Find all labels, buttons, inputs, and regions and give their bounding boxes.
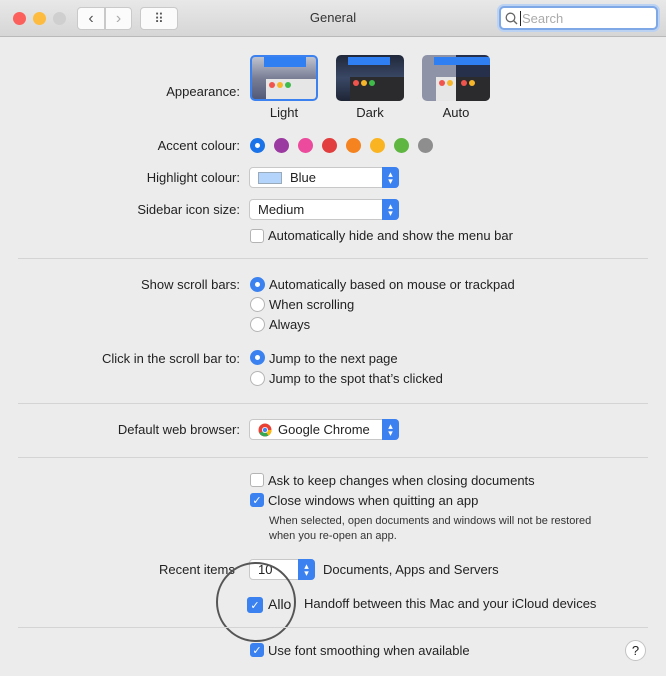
default-browser-value: Google Chrome bbox=[278, 422, 370, 437]
recent-items-label: Recent items bbox=[159, 562, 235, 577]
highlight-colour-popup[interactable]: Blue ▴ ▾ bbox=[249, 167, 399, 188]
divider bbox=[18, 258, 648, 259]
show-scroll-bars-label: Show scroll bars: bbox=[141, 277, 240, 292]
appearance-auto-thumb[interactable] bbox=[422, 55, 490, 101]
scroll-click-next-page-radio[interactable] bbox=[250, 350, 265, 365]
search-input[interactable]: Search bbox=[499, 6, 658, 30]
ask-keep-changes-checkbox[interactable] bbox=[250, 473, 264, 487]
checkmark-icon: ✓ bbox=[252, 494, 262, 507]
accent-colour-swatch[interactable] bbox=[250, 138, 265, 153]
appearance-auto-label: Auto bbox=[442, 105, 470, 120]
accent-colour-swatch[interactable] bbox=[370, 138, 385, 153]
menubar-autohide-label: Automatically hide and show the menu bar bbox=[268, 228, 513, 243]
scroll-click-next-page-label: Jump to the next page bbox=[269, 351, 398, 366]
accent-colour-swatch[interactable] bbox=[274, 138, 289, 153]
appearance-light-thumb[interactable] bbox=[250, 55, 318, 101]
handoff-label-magnified: Allo bbox=[268, 596, 292, 612]
default-browser-label: Default web browser: bbox=[117, 422, 240, 437]
title-bar: ‹ › ⠿ General Search bbox=[0, 0, 666, 37]
menubar-autohide-checkbox[interactable] bbox=[250, 229, 264, 243]
checkmark-icon: ✓ bbox=[252, 644, 262, 657]
accent-colour-swatch[interactable] bbox=[346, 138, 361, 153]
scroll-click-spot-radio[interactable] bbox=[250, 371, 265, 386]
scroll-click-spot-label: Jump to the spot that’s clicked bbox=[269, 371, 443, 386]
highlight-colour-label: Highlight colour: bbox=[146, 170, 240, 185]
appearance-dark-label: Dark bbox=[356, 105, 384, 120]
scroll-bars-when-scrolling-radio[interactable] bbox=[250, 297, 265, 312]
appearance-label: Appearance: bbox=[166, 84, 240, 99]
chrome-icon bbox=[258, 423, 272, 436]
search-icon bbox=[505, 12, 518, 24]
sidebar-icon-size-label: Sidebar icon size: bbox=[137, 202, 240, 217]
accent-colour-swatch[interactable] bbox=[418, 138, 433, 153]
handoff-checkbox[interactable]: ✓ bbox=[247, 597, 263, 613]
recent-items-value: 10 bbox=[258, 562, 273, 577]
sidebar-icon-size-value: Medium bbox=[258, 202, 305, 217]
help-button[interactable]: ? bbox=[625, 640, 646, 661]
checkmark-icon: ✓ bbox=[250, 599, 260, 612]
close-windows-checkbox[interactable]: ✓ bbox=[250, 493, 264, 507]
accent-colour-swatch[interactable] bbox=[298, 138, 313, 153]
close-windows-label: Close windows when quitting an app bbox=[268, 493, 479, 508]
font-smoothing-checkbox[interactable]: ✓ bbox=[250, 643, 264, 657]
ask-keep-changes-label: Ask to keep changes when closing documen… bbox=[268, 473, 535, 488]
help-icon: ? bbox=[631, 643, 640, 658]
divider bbox=[18, 627, 648, 628]
font-smoothing-label: Use font smoothing when available bbox=[268, 643, 470, 658]
accent-colour-swatch[interactable] bbox=[322, 138, 337, 153]
accent-colour-swatch[interactable] bbox=[394, 138, 409, 153]
recent-items-suffix: Documents, Apps and Servers bbox=[323, 562, 499, 577]
scroll-bars-always-label: Always bbox=[269, 317, 311, 332]
handoff-label: Handoff between this Mac and your iCloud… bbox=[304, 596, 597, 611]
close-windows-note: When selected, open documents and window… bbox=[269, 514, 591, 544]
up-down-arrows-icon: ▴ ▾ bbox=[298, 559, 315, 580]
note-line: When selected, open documents and window… bbox=[269, 515, 592, 527]
note-line: when you re-open an app. bbox=[269, 530, 397, 542]
sidebar-icon-size-popup[interactable]: Medium ▴ ▾ bbox=[249, 199, 399, 220]
accent-colour-label: Accent colour: bbox=[157, 138, 240, 153]
scroll-bars-when-scrolling-label: When scrolling bbox=[269, 297, 355, 312]
up-down-arrows-icon: ▴ ▾ bbox=[382, 167, 399, 188]
highlight-swatch bbox=[258, 171, 282, 184]
scroll-bars-auto-radio[interactable] bbox=[250, 277, 265, 292]
appearance-light-label: Light bbox=[269, 105, 299, 120]
search-placeholder: Search bbox=[520, 10, 564, 26]
default-browser-popup[interactable]: Google Chrome ▴ ▾ bbox=[249, 419, 399, 440]
up-down-arrows-icon: ▴ ▾ bbox=[382, 419, 399, 440]
highlight-value: Blue bbox=[290, 170, 317, 185]
up-down-arrows-icon: ▴ ▾ bbox=[382, 199, 399, 220]
scroll-bars-auto-label: Automatically based on mouse or trackpad bbox=[269, 277, 515, 292]
divider bbox=[18, 403, 648, 404]
appearance-dark-thumb[interactable] bbox=[336, 55, 404, 101]
divider bbox=[18, 457, 648, 458]
recent-items-popup[interactable]: 10 ▴ ▾ bbox=[249, 559, 315, 580]
scroll-click-label: Click in the scroll bar to: bbox=[102, 351, 240, 366]
scroll-bars-always-radio[interactable] bbox=[250, 317, 265, 332]
